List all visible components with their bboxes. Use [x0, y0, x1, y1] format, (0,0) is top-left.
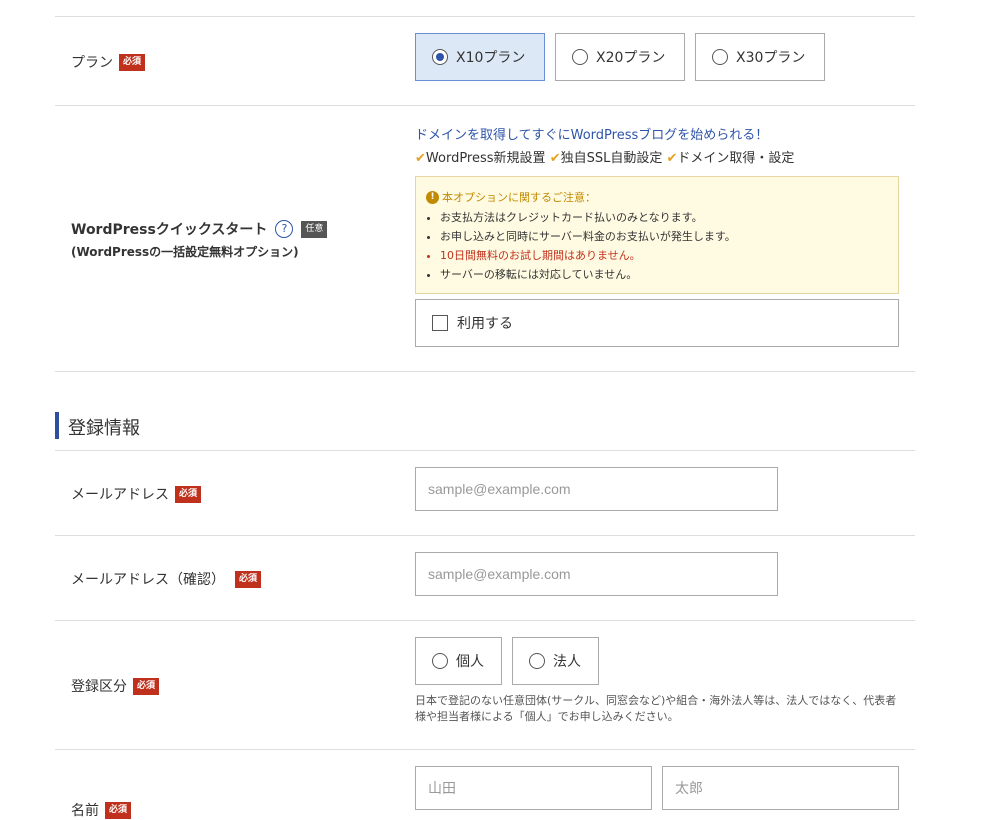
notice-item: お申し込みと同時にサーバー料金のお支払いが発生します。 [440, 230, 888, 244]
required-badge: 必須 [175, 485, 202, 503]
plan-option-label: X30プラン [736, 50, 806, 66]
wp-promo-text: ドメインを取得してすぐにWordPressブログを始められる！ [415, 128, 769, 143]
divider [55, 450, 915, 451]
notice-list: お支払方法はクレジットカード払いのみとなります。 お申し込みと同時にサーバー料金… [426, 211, 888, 282]
plan-option-x30[interactable]: X30プラン [695, 33, 825, 81]
first-name-placeholder: 太郎 [675, 780, 703, 796]
divider [55, 371, 915, 372]
checkbox-label: 利用する [457, 316, 513, 332]
radio-icon [432, 653, 448, 669]
last-name-input[interactable]: 山田 [415, 766, 652, 810]
divider [55, 749, 915, 750]
wp-quickstart-sublabel: (WordPressの一括設定無料オプション) [71, 245, 299, 259]
notice-item: サーバーの移転には対応していません。 [440, 268, 888, 282]
feature-item: WordPress新規設置 [425, 151, 546, 166]
email-label: メールアドレス [71, 487, 169, 503]
plan-label-row: プラン 必須 [71, 52, 146, 72]
feature-item: 独自SSL自動設定 [560, 151, 663, 166]
email-confirm-placeholder: sample@example.com [428, 566, 571, 582]
divider [55, 535, 915, 536]
checkbox-icon [432, 315, 448, 331]
plan-option-label: X10プラン [456, 50, 526, 66]
plan-option-x20[interactable]: X20プラン [555, 33, 685, 81]
radio-icon [572, 49, 588, 65]
category-option-label: 法人 [553, 654, 581, 670]
checkmark-icon: ✔ [666, 151, 678, 166]
required-badge: 必須 [105, 801, 132, 819]
wp-quickstart-checkbox[interactable]: 利用する [415, 299, 899, 347]
email-confirm-label: メールアドレス（確認） [71, 572, 225, 588]
optional-badge: 任意 [301, 220, 328, 238]
wp-features: ✔WordPress新規設置 ✔独自SSL自動設定 ✔ドメイン取得・設定 [415, 147, 794, 166]
name-label: 名前 [71, 803, 99, 819]
wp-quickstart-label-row: WordPressクイックスタート ? 任意 [71, 219, 328, 239]
category-note: 日本で登記のない任意団体(サークル、同窓会など)や組合・海外法人等は、法人ではな… [415, 694, 897, 723]
email-confirm-label-row: メールアドレス（確認） 必須 [71, 569, 262, 589]
last-name-placeholder: 山田 [428, 780, 456, 796]
checkmark-icon: ✔ [549, 151, 561, 166]
notice-title-row: ! 本オプションに関するご注意： [426, 189, 888, 205]
checkmark-icon: ✔ [415, 151, 426, 166]
email-placeholder: sample@example.com [428, 481, 571, 497]
required-badge: 必須 [235, 570, 262, 588]
notice-title: 本オプションに関するご注意： [442, 191, 596, 204]
category-option-individual[interactable]: 個人 [415, 637, 502, 685]
email-input[interactable]: sample@example.com [415, 467, 778, 511]
first-name-input[interactable]: 太郎 [662, 766, 899, 810]
category-option-corporate[interactable]: 法人 [512, 637, 599, 685]
radio-icon [529, 653, 545, 669]
notice-item: お支払方法はクレジットカード払いのみとなります。 [440, 211, 888, 225]
divider [55, 16, 915, 17]
radio-selected-icon [432, 49, 448, 65]
section-accent-bar [55, 412, 59, 439]
required-badge: 必須 [133, 677, 160, 695]
category-option-label: 個人 [456, 654, 484, 670]
plan-label: プラン [71, 55, 113, 71]
notice-item-warning: 10日間無料のお試し期間はありません。 [440, 249, 888, 263]
divider [55, 620, 915, 621]
divider [55, 105, 915, 106]
plan-option-x10[interactable]: X10プラン [415, 33, 545, 81]
email-label-row: メールアドレス 必須 [71, 484, 202, 504]
exclamation-circle-icon: ! [426, 190, 439, 204]
section-title: 登録情報 [68, 418, 140, 439]
email-confirm-input[interactable]: sample@example.com [415, 552, 778, 596]
plan-option-label: X20プラン [596, 50, 666, 66]
help-icon[interactable]: ? [275, 220, 294, 238]
category-label-row: 登録区分 必須 [71, 676, 160, 696]
radio-icon [712, 49, 728, 65]
required-badge: 必須 [119, 53, 146, 71]
name-label-row: 名前 必須 [71, 800, 132, 820]
wp-quickstart-label: WordPressクイックスタート [71, 222, 268, 238]
feature-item: ドメイン取得・設定 [677, 151, 795, 166]
notice-box: ! 本オプションに関するご注意： お支払方法はクレジットカード払いのみとなります… [415, 176, 899, 294]
category-label: 登録区分 [71, 679, 127, 695]
